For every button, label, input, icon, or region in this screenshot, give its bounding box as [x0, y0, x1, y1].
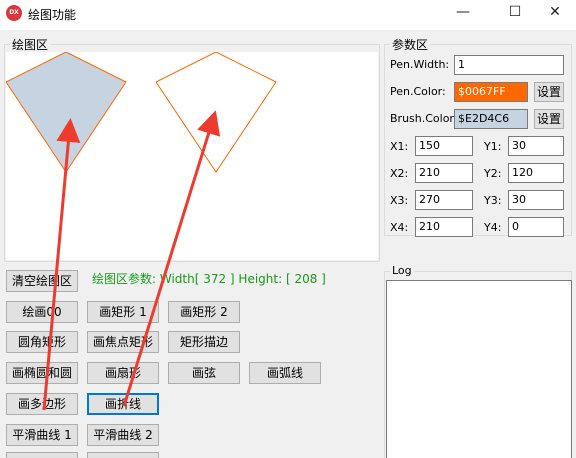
x2-label: X2:: [390, 167, 409, 180]
focus-rect-button[interactable]: 画焦点矩形: [87, 331, 159, 353]
pie-button[interactable]: 画扇形: [87, 362, 159, 384]
y2-input[interactable]: 120: [508, 163, 564, 183]
y4-input[interactable]: 0: [508, 217, 564, 237]
x1-label: X1:: [390, 140, 409, 153]
brush-color-set-button[interactable]: 设置: [534, 109, 564, 129]
round-rect-button[interactable]: 圆角矩形: [6, 331, 78, 353]
chord-button[interactable]: 画弦: [168, 362, 240, 384]
y1-input[interactable]: 30: [508, 136, 564, 156]
pen-width-label: Pen.Width:: [390, 58, 450, 71]
window-title: 绘图功能: [28, 8, 77, 22]
smooth-curve-2-button[interactable]: 平滑曲线 2: [87, 424, 159, 446]
arc-button[interactable]: 画弧线: [249, 362, 321, 384]
filled-polygon-shape: [6, 52, 127, 173]
pen-width-input[interactable]: 1: [454, 55, 564, 75]
more-button-1[interactable]: [6, 452, 78, 458]
y3-label: Y3:: [484, 194, 502, 207]
close-button[interactable]: ✕: [532, 0, 576, 26]
pen-color-label: Pen.Color:: [390, 85, 446, 98]
y2-label: Y2:: [484, 167, 502, 180]
canvas-drawing: [6, 52, 277, 173]
y1-label: Y1:: [484, 140, 502, 153]
title-bar: DX 绘图功能 — ☐ ✕: [0, 0, 576, 30]
brush-color-label: Brush.Color:: [390, 112, 458, 125]
drawing-canvas[interactable]: [6, 52, 378, 260]
rect1-button[interactable]: 画矩形 1: [87, 301, 159, 323]
smooth-curve-1-button[interactable]: 平滑曲线 1: [6, 424, 78, 446]
x1-input[interactable]: 150: [415, 136, 473, 156]
ellipse-button[interactable]: 画椭圆和圆: [6, 362, 78, 384]
y3-input[interactable]: 30: [508, 190, 564, 210]
draw-area-info: 绘图区参数: Width[ 372 ] Height: [ 208 ]: [92, 272, 326, 286]
params-group-title: 参数区: [390, 36, 431, 53]
brush-color-input[interactable]: $E2D4C6: [454, 109, 528, 129]
frame-rect-button[interactable]: 矩形描边: [168, 331, 240, 353]
draw00-button[interactable]: 绘画00: [6, 301, 78, 323]
x4-input[interactable]: 210: [415, 217, 473, 237]
x3-label: X3:: [390, 194, 409, 207]
app-icon: DX: [6, 5, 22, 21]
y4-label: Y4:: [484, 221, 502, 234]
draw-area-group-title: 绘图区: [10, 36, 51, 53]
polygon-button[interactable]: 画多边形: [6, 393, 78, 415]
more-button-2[interactable]: [87, 452, 159, 458]
rect2-button[interactable]: 画矩形 2: [168, 301, 240, 323]
pen-color-input[interactable]: $0067FF: [454, 82, 528, 102]
x2-input[interactable]: 210: [415, 163, 473, 183]
log-group-title: Log: [390, 264, 414, 277]
polyline-shape: [155, 52, 277, 173]
polyline-button[interactable]: 画折线: [87, 393, 159, 415]
pen-color-set-button[interactable]: 设置: [534, 82, 564, 102]
clear-canvas-button[interactable]: 清空绘图区: [6, 270, 78, 292]
x3-input[interactable]: 270: [415, 190, 473, 210]
minimize-button[interactable]: —: [440, 0, 486, 26]
log-textarea[interactable]: [386, 280, 572, 458]
x4-label: X4:: [390, 221, 409, 234]
